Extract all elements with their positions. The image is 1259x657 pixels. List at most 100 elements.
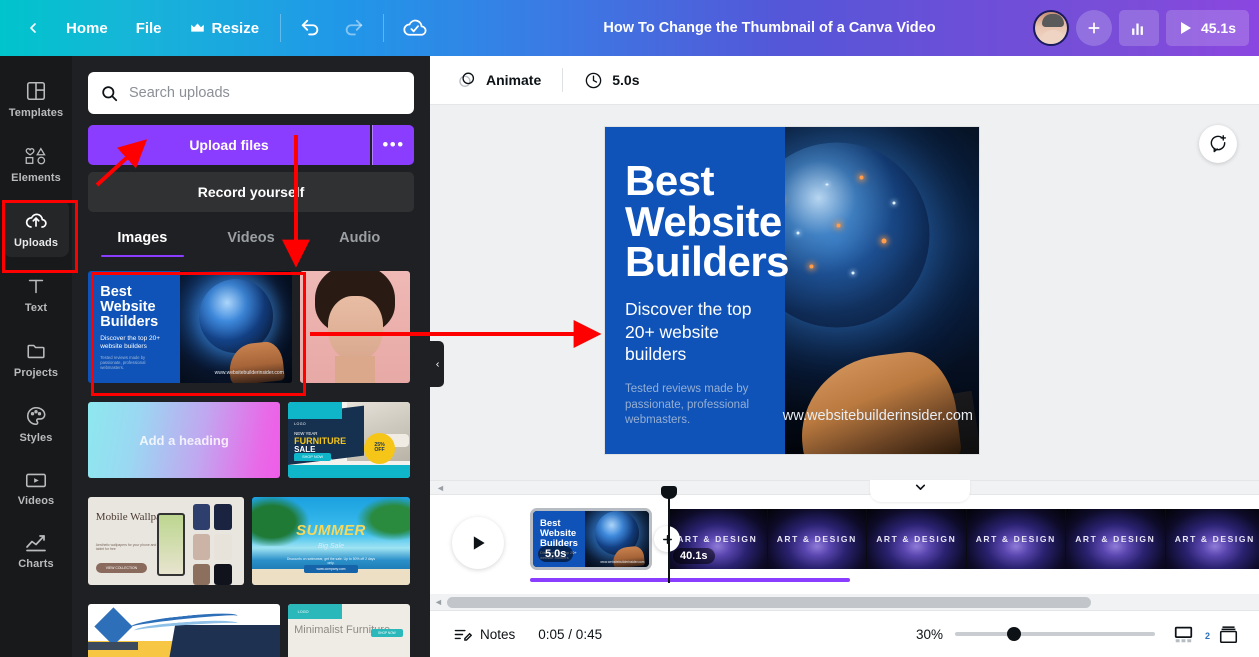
notes-label: Notes bbox=[480, 626, 516, 642]
design-subtitle: Discover the top 20+ website builders bbox=[625, 299, 752, 364]
phone-tile bbox=[214, 504, 232, 531]
resize-button[interactable]: Resize bbox=[176, 12, 274, 45]
record-yourself-button[interactable]: Record yourself bbox=[88, 172, 414, 212]
sidebar-item-text[interactable]: Text bbox=[3, 265, 69, 322]
playback-time-display: 0:05 / 0:45 bbox=[538, 626, 603, 642]
video-duration-label: 45.1s bbox=[1200, 20, 1236, 36]
cloud-save-status-button[interactable] bbox=[391, 8, 438, 49]
notes-button[interactable]: Notes bbox=[444, 619, 524, 650]
scroll-left-arrow-icon[interactable]: ◄ bbox=[434, 597, 443, 607]
left-sidebar-rail: Templates Elements Uploads Text Projects… bbox=[0, 56, 72, 657]
notes-icon bbox=[454, 629, 472, 641]
tab-images[interactable]: Images bbox=[88, 230, 197, 257]
page-count-button[interactable]: 2 bbox=[1205, 619, 1245, 650]
present-play-button[interactable]: 45.1s bbox=[1165, 10, 1249, 46]
clip-art-right bbox=[585, 511, 649, 567]
uploads-panel: Upload files ••• Record yourself Images … bbox=[72, 56, 430, 657]
upload-thumbnail-furniture-sale[interactable]: LOGO NEW YEAR FURNITURE SALE LIMITED TIM… bbox=[288, 402, 410, 478]
grid-view-button[interactable] bbox=[1167, 619, 1200, 650]
thumb-title-2: Website bbox=[100, 299, 156, 316]
timeline-playhead[interactable] bbox=[662, 486, 675, 583]
uploads-tabs: Images Videos Audio bbox=[88, 230, 414, 257]
tab-label: Videos bbox=[227, 230, 275, 246]
undo-button[interactable] bbox=[288, 9, 332, 47]
zoom-level-label: 30% bbox=[915, 626, 943, 642]
phone-tile bbox=[192, 504, 210, 531]
design-text-panel[interactable]: Best Website Builders Discover the top 2… bbox=[605, 127, 790, 454]
design-title-line-1: Best bbox=[625, 157, 715, 204]
video-frame: ART & DESIGN bbox=[966, 509, 1066, 569]
play-icon bbox=[473, 536, 485, 550]
tab-videos[interactable]: Videos bbox=[197, 230, 306, 257]
timeline-horizontal-scrollbar[interactable]: ◄ bbox=[430, 594, 1259, 610]
timeline-progress-bar[interactable] bbox=[530, 578, 850, 582]
insights-button[interactable] bbox=[1118, 10, 1159, 46]
upload-thumbnail-add-a-heading[interactable]: Add a heading bbox=[88, 402, 280, 478]
design-page-1[interactable]: Best Website Builders Discover the top 2… bbox=[605, 127, 979, 454]
sidebar-item-charts[interactable]: Charts bbox=[3, 523, 69, 578]
timeline-clip-best-website-builders[interactable]: Best Website Builders Discover the top 2… bbox=[530, 508, 652, 570]
timeline-play-button[interactable] bbox=[452, 517, 504, 569]
toolbar-divider-2 bbox=[383, 14, 385, 42]
upload-thumbnail-mobile-wallpapers[interactable]: Mobile Wallpapers Aesthetic wallpapers f… bbox=[88, 497, 244, 585]
phone-tile bbox=[192, 533, 210, 561]
top-bar-right-group: 45.1s bbox=[1032, 0, 1249, 56]
upload-files-button[interactable]: Upload files bbox=[88, 125, 370, 165]
clip-duration-badge: 40.1s bbox=[673, 548, 715, 564]
document-title[interactable]: How To Change the Thumbnail of a Canva V… bbox=[603, 20, 935, 36]
scrollbar-thumb[interactable] bbox=[446, 596, 1091, 608]
furn-logo: LOGO bbox=[294, 421, 307, 426]
neck-shape bbox=[335, 356, 375, 383]
upload-more-options-button[interactable]: ••• bbox=[372, 125, 414, 165]
sidebar-item-styles[interactable]: Styles bbox=[3, 395, 69, 452]
uploads-cloud-icon bbox=[25, 213, 47, 228]
phone-tile bbox=[214, 533, 232, 561]
add-collaborator-button[interactable] bbox=[1075, 10, 1112, 46]
frame-label: ART & DESIGN bbox=[975, 534, 1056, 544]
upload-thumbnail-woman-portrait[interactable] bbox=[300, 271, 410, 383]
timeline-clip-art-and-design[interactable]: ART & DESIGN ART & DESIGN ART & DESIGN A… bbox=[668, 509, 1259, 569]
uploads-thumbnail-grid: Best Website Builders Discover the top 2… bbox=[88, 271, 414, 657]
tab-audio[interactable]: Audio bbox=[305, 230, 414, 257]
sidebar-item-elements[interactable]: Elements bbox=[3, 135, 69, 192]
sidebar-item-uploads[interactable]: Uploads bbox=[3, 200, 69, 257]
thumbnail-art-right bbox=[179, 271, 292, 383]
search-icon bbox=[102, 85, 118, 101]
scroll-left-arrow-icon[interactable]: ◄ bbox=[436, 483, 445, 493]
canvas-area[interactable]: Best Website Builders Discover the top 2… bbox=[430, 105, 1259, 480]
add-comment-button[interactable] bbox=[1199, 125, 1237, 163]
timeline-ruler[interactable]: ◄ bbox=[430, 481, 1259, 495]
file-menu-button[interactable]: File bbox=[122, 12, 176, 45]
back-button[interactable] bbox=[14, 12, 52, 44]
clip-duration-badge: 5.0s bbox=[538, 546, 574, 562]
upload-thumbnail-business-corporate[interactable] bbox=[88, 604, 280, 657]
upload-thumbnail-minimalist-furniture[interactable]: LOGO Minimalist Furniture SHOP NOW bbox=[288, 604, 410, 657]
upload-thumbnail-best-website-builders[interactable]: Best Website Builders Discover the top 2… bbox=[88, 271, 292, 383]
sidebar-item-templates[interactable]: Templates bbox=[3, 70, 69, 127]
zoom-slider-knob[interactable] bbox=[1007, 627, 1021, 641]
upload-thumbnail-summer-sale[interactable]: SUMMER Big Sale Discounts on swimwear, g… bbox=[252, 497, 410, 585]
home-button[interactable]: Home bbox=[52, 12, 122, 45]
redo-button[interactable] bbox=[332, 9, 376, 47]
search-uploads-box[interactable] bbox=[88, 72, 414, 114]
page-duration-label: 5.0s bbox=[612, 72, 640, 88]
sidebar-item-videos[interactable]: Videos bbox=[3, 460, 69, 515]
add-page-between-button[interactable] bbox=[654, 526, 680, 552]
redo-icon bbox=[345, 19, 363, 36]
collapse-panel-button[interactable] bbox=[430, 341, 444, 387]
min-cta: SHOP NOW bbox=[371, 628, 403, 637]
sidebar-item-projects[interactable]: Projects bbox=[3, 330, 69, 387]
sidebar-item-label: Uploads bbox=[13, 237, 59, 249]
zoom-controls: 30% 2 bbox=[909, 619, 1245, 650]
expand-timeline-button[interactable] bbox=[870, 480, 970, 502]
page-count-icon bbox=[1219, 625, 1238, 643]
summer-body: Discounts on swimwear, get the sale. Up … bbox=[286, 556, 376, 565]
status-bar: Notes 0:05 / 0:45 30% 2 bbox=[430, 610, 1259, 657]
zoom-slider[interactable] bbox=[955, 627, 1155, 641]
design-title-line-3: Builders bbox=[625, 238, 790, 286]
search-input[interactable] bbox=[129, 85, 402, 101]
avatar[interactable] bbox=[1032, 10, 1069, 46]
page-duration-button[interactable]: 5.0s bbox=[573, 64, 650, 97]
animate-button[interactable]: Animate bbox=[446, 63, 552, 97]
palette-icon bbox=[27, 406, 46, 426]
